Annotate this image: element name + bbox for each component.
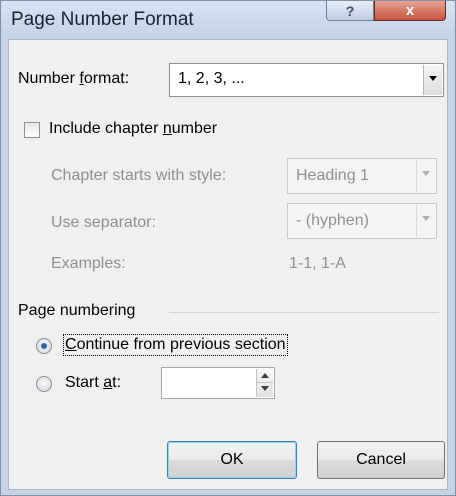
ok-button[interactable]: OK	[167, 441, 297, 479]
number-format-label: Number format:	[18, 70, 130, 87]
examples-label: Examples:	[51, 255, 126, 272]
chevron-down-icon[interactable]	[416, 160, 435, 192]
help-button[interactable]: ?	[326, 1, 374, 21]
chapter-style-dropdown[interactable]: Heading 1	[287, 158, 437, 194]
number-format-value: 1, 2, 3, ...	[178, 70, 245, 87]
chevron-down-icon[interactable]	[416, 205, 435, 237]
include-chapter-number-label[interactable]: Include chapter number	[49, 120, 217, 138]
separator-value: - (hyphen)	[296, 212, 369, 229]
page-number-format-dialog: Page Number Format ? x Number format: 1,…	[0, 0, 456, 496]
start-at-spinner[interactable]	[161, 367, 275, 399]
chapter-style-label: Chapter starts with style:	[51, 167, 227, 184]
chapter-style-value: Heading 1	[296, 167, 369, 184]
cancel-button[interactable]: Cancel	[317, 441, 445, 479]
start-at-label[interactable]: Start at:	[65, 374, 121, 392]
start-at-radio[interactable]	[36, 376, 52, 392]
page-numbering-heading: Page numbering	[18, 302, 136, 319]
close-button[interactable]: x	[374, 1, 446, 21]
continue-from-previous-label[interactable]: Continue from previous section	[63, 334, 288, 356]
spinner-buttons	[256, 369, 273, 397]
number-format-dropdown[interactable]: 1, 2, 3, ...	[169, 63, 444, 97]
group-divider	[169, 312, 439, 313]
include-chapter-number-checkbox[interactable]	[24, 122, 40, 138]
examples-value: 1-1, 1-A	[289, 255, 346, 272]
title-bar: Page Number Format ? x	[1, 1, 455, 38]
chevron-up-icon[interactable]	[257, 369, 273, 383]
separator-dropdown[interactable]: - (hyphen)	[287, 203, 437, 239]
dialog-client-area: Number format: 1, 2, 3, ... Include chap…	[8, 39, 448, 490]
continue-from-previous-radio[interactable]	[36, 338, 52, 354]
separator-label: Use separator:	[51, 214, 156, 231]
chevron-down-icon[interactable]	[423, 65, 442, 95]
chevron-down-icon[interactable]	[257, 383, 273, 396]
dialog-title: Page Number Format	[11, 9, 194, 30]
